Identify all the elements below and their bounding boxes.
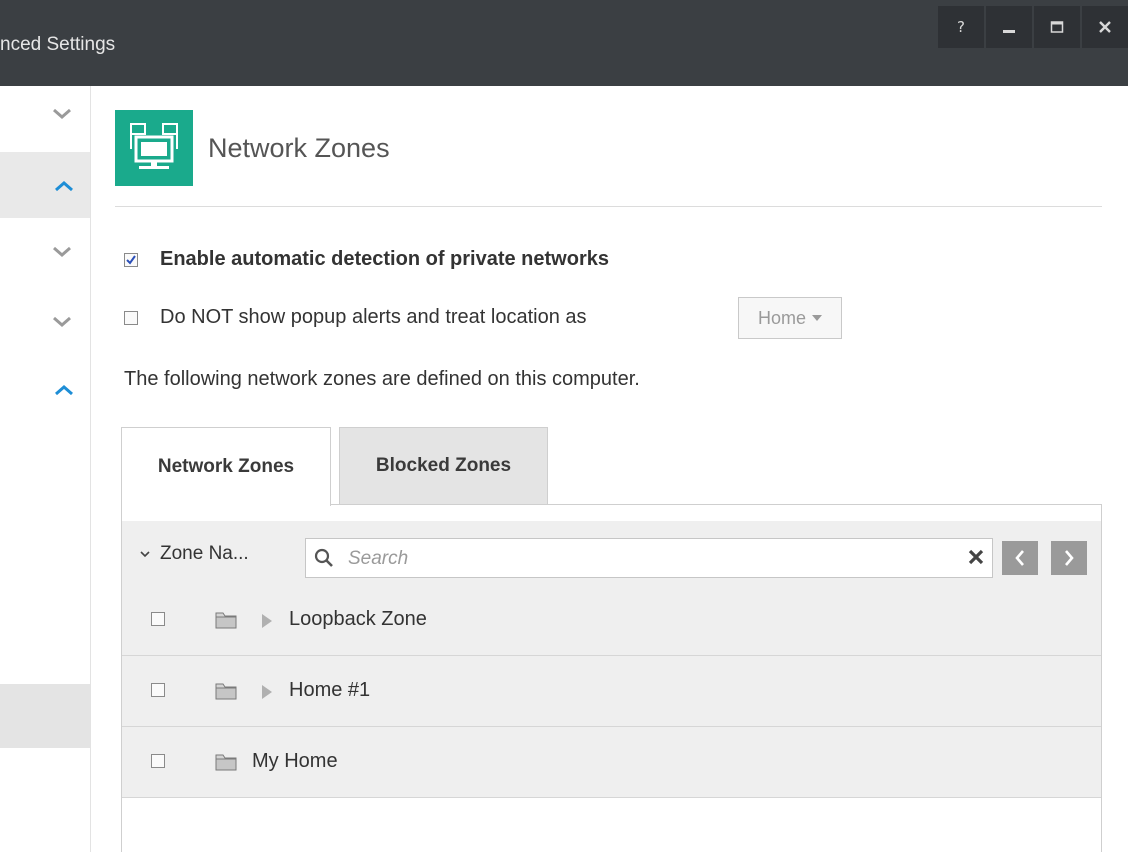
zones-description: The following network zones are defined … [124, 368, 640, 390]
help-icon: ? [957, 18, 965, 36]
chevron-down-icon [53, 246, 71, 257]
rail-selected-block[interactable] [0, 684, 90, 748]
chevron-right-icon [1065, 550, 1074, 566]
auto-detect-option[interactable]: Enable automatic detection of private ne… [124, 248, 609, 271]
column-sort-button[interactable]: Zone Na... [140, 543, 249, 565]
rail-item-3[interactable] [0, 224, 90, 290]
close-button[interactable] [1082, 6, 1128, 48]
zone-row-checkbox[interactable] [151, 754, 165, 768]
zone-name: My Home [252, 750, 338, 772]
chevron-down-icon [812, 315, 822, 321]
maximize-button[interactable] [1034, 6, 1080, 48]
no-popup-checkbox[interactable] [124, 310, 138, 325]
column-label: Zone Na... [160, 543, 249, 564]
chevron-down-icon [140, 551, 150, 558]
window-title: nced Settings [0, 34, 116, 55]
header-divider [115, 206, 1102, 207]
zone-row[interactable]: My Home [122, 727, 1101, 798]
minimize-icon [1003, 30, 1015, 33]
settings-nav-rail [0, 86, 91, 852]
clear-search-icon[interactable] [966, 547, 986, 567]
rail-item-5[interactable] [0, 356, 90, 422]
no-popup-label: Do NOT show popup alerts and treat locat… [160, 306, 587, 328]
zone-name: Loopback Zone [289, 608, 427, 630]
rail-item-2[interactable] [0, 152, 90, 218]
minimize-button[interactable] [986, 6, 1032, 48]
zone-row-checkbox[interactable] [151, 612, 165, 626]
zone-row[interactable]: Home #1 [122, 656, 1101, 727]
chevron-down-icon [53, 108, 71, 119]
rail-item-1[interactable] [0, 86, 90, 152]
rail-item-4[interactable] [0, 290, 90, 356]
zone-row[interactable]: Loopback Zone [122, 585, 1101, 656]
chevron-up-icon [55, 181, 73, 192]
next-button[interactable] [1051, 541, 1087, 575]
folder-icon [215, 612, 237, 629]
zone-name: Home #1 [289, 679, 371, 701]
tab-blocked-zones[interactable]: Blocked Zones [339, 427, 548, 505]
location-select[interactable]: Home [738, 297, 842, 339]
search-input[interactable] [346, 544, 950, 574]
page-title: Network Zones [208, 133, 390, 163]
title-bar: nced Settings ? [0, 0, 1128, 86]
previous-button[interactable] [1002, 541, 1038, 575]
help-button[interactable]: ? [938, 6, 984, 48]
checkmark-icon [126, 254, 136, 265]
chevron-down-icon [53, 316, 71, 327]
zone-row-checkbox[interactable] [151, 683, 165, 697]
auto-detect-label: Enable automatic detection of private ne… [160, 248, 609, 270]
expand-arrow-icon[interactable] [262, 614, 272, 628]
folder-icon [215, 683, 237, 700]
location-select-value: Home [757, 307, 806, 328]
folder-icon [215, 754, 237, 771]
expand-arrow-icon[interactable] [262, 685, 272, 699]
network-monitor-icon [115, 110, 193, 186]
close-icon [1099, 21, 1111, 33]
search-box [305, 538, 993, 578]
chevron-up-icon [55, 385, 73, 396]
maximize-icon [1050, 21, 1064, 33]
window-controls: ? [938, 6, 1128, 48]
zones-toolbar: Zone Na... [122, 521, 1101, 585]
chevron-left-icon [1015, 550, 1024, 566]
auto-detect-checkbox[interactable] [124, 252, 138, 267]
tab-network-zones[interactable]: Network Zones [121, 427, 331, 506]
zones-panel: Zone Na... Loopback Zone Home #1 My Home [121, 504, 1102, 852]
no-popup-option[interactable]: Do NOT show popup alerts and treat locat… [124, 306, 587, 329]
search-icon [314, 548, 333, 567]
